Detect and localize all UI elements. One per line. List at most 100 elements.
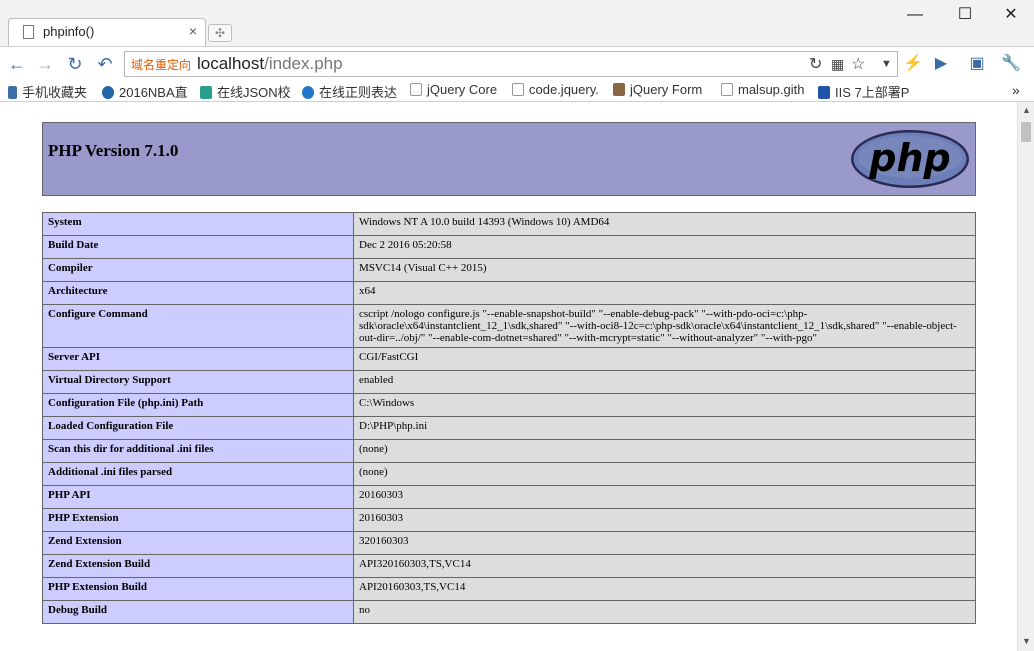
row-value: no xyxy=(353,600,976,624)
row-key: Compiler xyxy=(42,258,354,282)
bookmark-item[interactable]: IIS 7上部署P xyxy=(818,82,909,101)
php-logo-icon: php xyxy=(851,130,969,188)
row-key: Zend Extension Build xyxy=(42,554,354,578)
row-value: cscript /nologo configure.js "--enable-s… xyxy=(353,304,976,348)
forward-arrow-icon[interactable]: → xyxy=(34,53,56,75)
row-key: PHP API xyxy=(42,485,354,509)
table-row: Configure Command cscript /nologo configu… xyxy=(42,304,976,348)
page-icon xyxy=(512,83,524,96)
php-info-table: System Windows NT A 10.0 build 14393 (Win… xyxy=(42,212,976,624)
row-value: (none) xyxy=(353,462,976,486)
table-row: Loaded Configuration File D:\PHP\php.ini xyxy=(42,416,976,440)
navigation-toolbar: ← → ↻ ↶ 域名重定向 localhost/index.php ↻ ▦ ☆ … xyxy=(0,46,1034,80)
avatar-icon xyxy=(613,83,625,96)
table-row: Debug Build no xyxy=(42,600,976,624)
back-arrow-icon[interactable]: ← xyxy=(6,53,28,75)
php-version-header: PHP Version 7.1.0 php xyxy=(42,122,976,196)
row-value: enabled xyxy=(353,370,976,394)
table-row: Server API CGI/FastCGI xyxy=(42,347,976,371)
browser-tab[interactable]: phpinfo() × xyxy=(8,18,206,46)
bookmark-item[interactable]: 在线正则表达 xyxy=(302,82,397,101)
reload-icon[interactable]: ↻ xyxy=(64,53,86,75)
table-row: Architecture x64 xyxy=(42,281,976,305)
dropdown-arrow-icon[interactable]: ▼ xyxy=(881,58,892,70)
row-value: D:\PHP\php.ini xyxy=(353,416,976,440)
row-value: MSVC14 (Visual C++ 2015) xyxy=(353,258,976,282)
qr-code-icon[interactable]: ▦ xyxy=(831,56,844,73)
address-bar[interactable]: 域名重定向 localhost/index.php ↻ ▦ ☆ ▼ xyxy=(124,51,898,77)
row-key: Virtual Directory Support xyxy=(42,370,354,394)
table-row: Additional .ini files parsed (none) xyxy=(42,462,976,486)
site-icon xyxy=(302,86,314,99)
row-key: System xyxy=(42,212,354,236)
scroll-down-icon[interactable]: ▼ xyxy=(1022,636,1031,646)
row-key: Debug Build xyxy=(42,600,354,624)
site-icon xyxy=(818,86,830,99)
maximize-button[interactable]: ☐ xyxy=(950,4,980,26)
bookmark-item[interactable]: 手机收藏夹 xyxy=(8,82,87,101)
row-key: Zend Extension xyxy=(42,531,354,555)
row-value: 20160303 xyxy=(353,485,976,509)
row-value: API20160303,TS,VC14 xyxy=(353,577,976,601)
minimize-button[interactable]: — xyxy=(900,4,930,26)
table-row: System Windows NT A 10.0 build 14393 (Win… xyxy=(42,212,976,236)
table-row: Build Date Dec 2 2016 05:20:58 xyxy=(42,235,976,259)
page-icon xyxy=(23,25,34,39)
bookmark-label: code.jquery. xyxy=(529,82,599,97)
extensions-icon[interactable]: ▣ xyxy=(966,53,988,75)
table-row: Virtual Directory Support enabled xyxy=(42,370,976,394)
redirect-tag: 域名重定向 xyxy=(129,55,194,74)
bookmarks-bar: 手机收藏夹 2016NBA直 在线JSON校 在线正则表达 jQuery Cor… xyxy=(0,80,1034,102)
row-value: 20160303 xyxy=(353,508,976,532)
bookmark-item[interactable]: 在线JSON校 xyxy=(200,82,291,101)
url-text[interactable]: localhost/index.php xyxy=(197,54,343,74)
bookmark-item[interactable]: jQuery Form xyxy=(613,82,702,97)
close-tab-icon[interactable]: × xyxy=(189,23,197,39)
scrollbar-thumb[interactable] xyxy=(1021,122,1031,142)
vertical-scrollbar[interactable]: ▲ ▼ xyxy=(1017,102,1034,651)
bookmark-item[interactable]: jQuery Core xyxy=(410,82,497,97)
star-icon[interactable]: ☆ xyxy=(851,54,865,74)
table-row: Configuration File (php.ini) Path C:\Wind… xyxy=(42,393,976,417)
table-row: Zend Extension 320160303 xyxy=(42,531,976,555)
bookmark-item[interactable]: code.jquery. xyxy=(512,82,599,97)
table-row: PHP Extension 20160303 xyxy=(42,508,976,532)
table-row: Scan this dir for additional .ini files(… xyxy=(42,439,976,463)
row-value: CGI/FastCGI xyxy=(353,347,976,371)
row-value: Windows NT A 10.0 build 14393 (Windows 1… xyxy=(353,212,976,236)
bookmarks-overflow-button[interactable]: » xyxy=(1012,82,1020,98)
row-value: x64 xyxy=(353,281,976,305)
url-host: localhost xyxy=(197,54,265,73)
table-row: Zend Extension Build API320160303,TS,VC14 xyxy=(42,554,976,578)
bookmark-label: malsup.gith xyxy=(738,82,805,97)
row-value: Dec 2 2016 05:20:58 xyxy=(353,235,976,259)
row-key: Configure Command xyxy=(42,304,354,348)
refresh-icon[interactable]: ↻ xyxy=(809,54,822,74)
row-key: Loaded Configuration File xyxy=(42,416,354,440)
page-title: PHP Version 7.1.0 xyxy=(48,141,179,160)
undo-icon[interactable]: ↶ xyxy=(94,53,116,75)
page-icon xyxy=(721,83,733,96)
row-key: Additional .ini files parsed xyxy=(42,462,354,486)
scroll-up-icon[interactable]: ▲ xyxy=(1022,105,1031,115)
play-icon[interactable]: ▶ xyxy=(930,53,952,75)
table-row: Compiler MSVC14 (Visual C++ 2015) xyxy=(42,258,976,282)
table-row: PHP Extension Build API20160303,TS,VC14 xyxy=(42,577,976,601)
row-value: 320160303 xyxy=(353,531,976,555)
bookmark-item[interactable]: 2016NBA直 xyxy=(102,82,188,101)
wrench-icon[interactable]: 🔧 xyxy=(1000,53,1022,75)
row-key: Architecture xyxy=(42,281,354,305)
close-window-button[interactable]: ✕ xyxy=(996,4,1026,26)
lightning-icon[interactable]: ⚡ xyxy=(902,53,924,75)
php-logo-text: php xyxy=(868,136,950,180)
bookmark-item[interactable]: malsup.gith xyxy=(721,82,804,97)
row-key: PHP Extension Build xyxy=(42,577,354,601)
bookmark-label: jQuery Core xyxy=(427,82,498,97)
bookmark-label: jQuery Form xyxy=(630,82,703,97)
site-icon xyxy=(102,86,114,99)
new-tab-button[interactable]: ✣ xyxy=(208,24,232,42)
page-viewport: PHP Version 7.1.0 php System Windows NT A… xyxy=(0,102,1017,651)
tab-title: phpinfo() xyxy=(43,24,95,39)
json-icon xyxy=(200,86,212,99)
table-row: PHP API 20160303 xyxy=(42,485,976,509)
